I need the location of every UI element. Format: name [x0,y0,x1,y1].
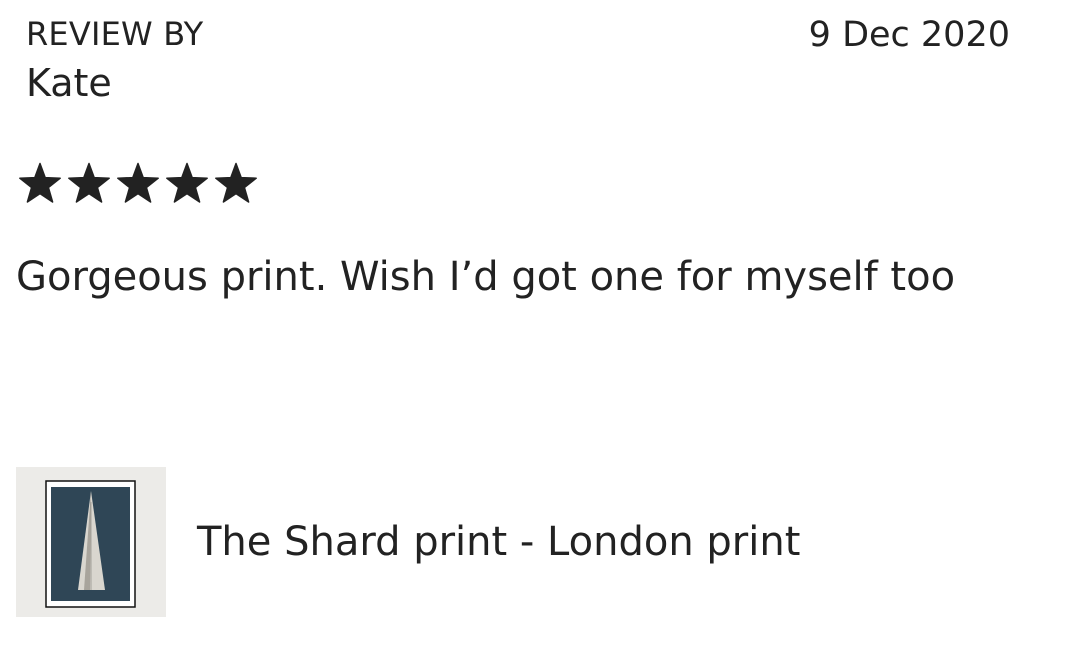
star-filled-icon [19,162,61,203]
review-by-label: REVIEW BY [26,15,204,53]
framed-shard-print-icon [45,480,136,608]
product-thumbnail[interactable] [16,467,166,617]
star-rating [16,160,260,208]
review-card: REVIEW BY Kate 9 Dec 2020 Gorgeous print… [0,0,1066,665]
reviewer-name: Kate [26,61,112,105]
star-filled-icon [215,162,257,203]
product-link[interactable]: The Shard print - London print [16,466,916,618]
star-filled-icon [117,162,159,203]
product-title[interactable]: The Shard print - London print [197,518,800,566]
review-text: Gorgeous print. Wish I’d got one for mys… [16,254,956,300]
review-date: 9 Dec 2020 [808,15,1010,55]
star-filled-icon [166,162,208,203]
star-filled-icon [68,162,110,203]
